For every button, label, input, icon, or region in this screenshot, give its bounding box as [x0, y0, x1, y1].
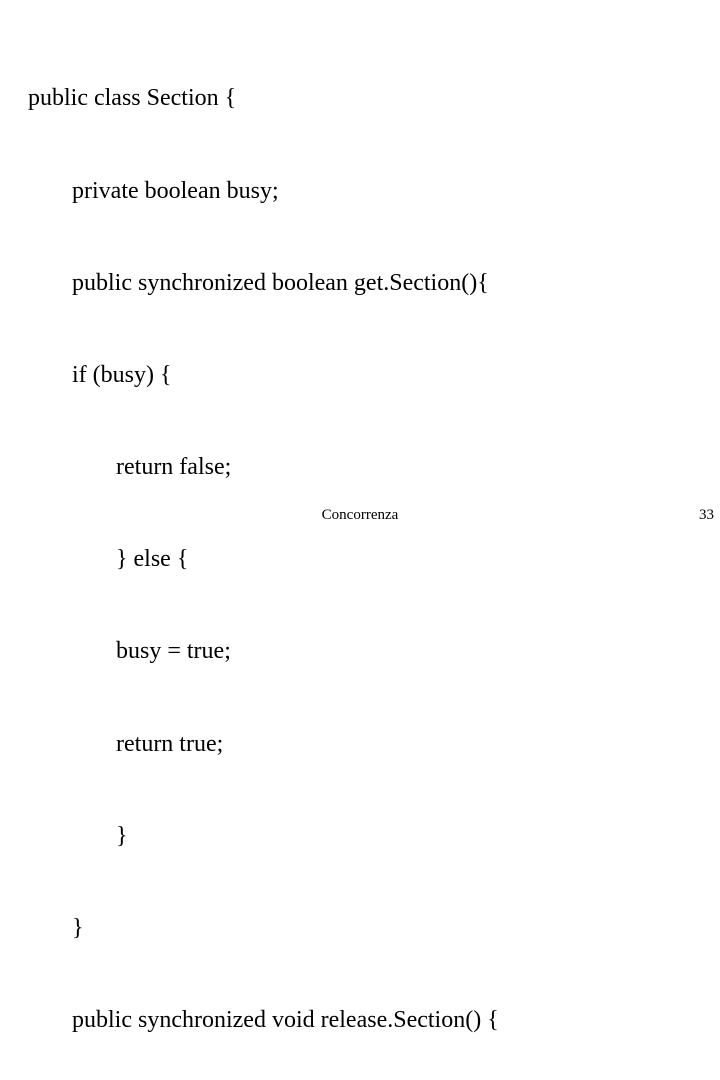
code-line: private boolean busy;	[28, 176, 499, 207]
footer-label: Concorrenza	[322, 507, 399, 524]
code-line: return false;	[28, 452, 499, 483]
code-line: }	[28, 821, 499, 852]
code-line: return true;	[28, 729, 499, 760]
code-line: if (busy) {	[28, 360, 499, 391]
code-line: } else {	[28, 544, 499, 575]
code-block: public class Section { private boolean b…	[28, 22, 499, 1080]
page-number: 33	[699, 507, 714, 524]
code-line: busy = true;	[28, 636, 499, 667]
code-line: public synchronized boolean get.Section(…	[28, 268, 499, 299]
code-line: public synchronized void release.Section…	[28, 1005, 499, 1036]
code-line: }	[28, 913, 499, 944]
code-line: public class Section {	[28, 83, 499, 114]
